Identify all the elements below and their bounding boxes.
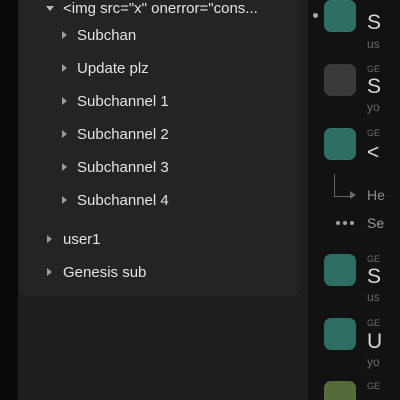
message-title[interactable]: S xyxy=(367,265,381,289)
message-title[interactable]: U xyxy=(367,330,382,354)
subchannel-label: Subchan xyxy=(77,26,137,44)
subchannel-label: Subchannel 3 xyxy=(77,158,169,176)
message-preview: us xyxy=(367,290,380,304)
message-title[interactable]: S xyxy=(367,75,381,99)
server-name: GE xyxy=(367,128,381,138)
subchannel-row[interactable]: Subchannel 4 xyxy=(18,185,344,215)
chevron-right-icon[interactable] xyxy=(62,97,67,105)
server-name: GE xyxy=(367,64,381,74)
avatar[interactable] xyxy=(324,318,356,350)
avatar[interactable] xyxy=(324,381,356,400)
subchannel-row[interactable]: Subchan xyxy=(18,20,344,50)
thread-reply[interactable]: He xyxy=(367,187,385,203)
chevron-right-icon[interactable] xyxy=(62,196,67,204)
subchannel-row[interactable]: Subchannel 3 xyxy=(18,152,344,182)
avatar[interactable] xyxy=(324,254,356,286)
server-name: GE xyxy=(367,381,381,391)
subchannel-row[interactable]: Update plz xyxy=(18,53,344,83)
avatar[interactable] xyxy=(324,64,356,96)
avatar[interactable] xyxy=(324,0,356,32)
channel-label: Genesis sub xyxy=(63,263,147,281)
chevron-right-icon[interactable] xyxy=(47,268,52,276)
avatar[interactable] xyxy=(324,128,356,160)
channel-row[interactable]: Genesis sub xyxy=(18,257,329,287)
message-preview: us xyxy=(367,37,380,51)
chevron-down-icon[interactable] xyxy=(46,5,54,11)
channel-label: user1 xyxy=(63,230,101,248)
subchannel-row[interactable]: Subchannel 2 xyxy=(18,119,344,149)
subchannel-row[interactable]: Subchannel 1 xyxy=(18,86,344,116)
more-replies[interactable]: Se xyxy=(367,215,384,231)
subchannel-label: Subchannel 4 xyxy=(77,191,169,209)
feed-items: S us GE S yo GE < He Se GE S us GE U yo … xyxy=(308,0,400,400)
subchannel-label: Subchannel 2 xyxy=(77,125,169,143)
subchannel-label: Subchannel 1 xyxy=(77,92,169,110)
message-preview: yo xyxy=(367,100,380,114)
chevron-right-icon[interactable] xyxy=(62,163,67,171)
channel-label: <img src="x" onerror="cons... xyxy=(63,0,258,17)
unread-indicator xyxy=(313,13,318,18)
subchannel-label: Update plz xyxy=(77,59,149,77)
chevron-right-icon[interactable] xyxy=(62,31,67,39)
message-preview: yo xyxy=(367,355,380,369)
server-name: GE xyxy=(367,318,381,328)
message-title[interactable]: < xyxy=(367,141,379,165)
more-dots-icon[interactable] xyxy=(336,221,354,225)
chevron-right-icon[interactable] xyxy=(62,130,67,138)
server-name: GE xyxy=(367,254,381,264)
arrow-right-icon xyxy=(350,191,356,199)
message-title[interactable]: S xyxy=(367,11,381,35)
channel-tree: <img src="x" onerror="cons... Subchan Up… xyxy=(18,0,300,296)
channel-row[interactable]: user1 xyxy=(18,224,329,254)
chevron-right-icon[interactable] xyxy=(62,64,67,72)
chevron-right-icon[interactable] xyxy=(47,235,52,243)
